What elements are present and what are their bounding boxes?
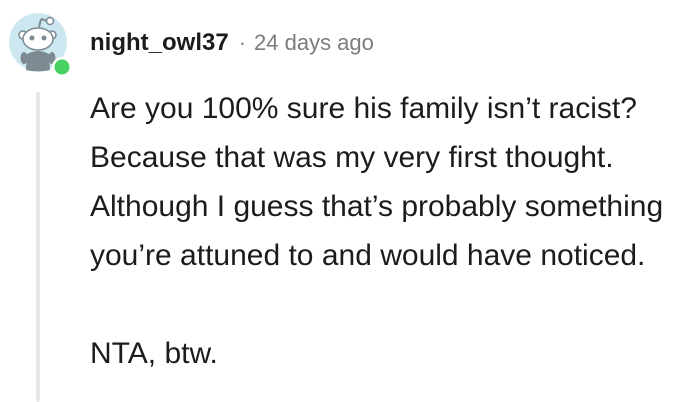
comment-author-link[interactable]: night_owl37 xyxy=(90,29,229,57)
comment-paragraph: NTA, btw. xyxy=(90,337,218,370)
comment-body: Are you 100% sure his family isn’t racis… xyxy=(90,84,690,378)
online-status-dot xyxy=(54,59,70,75)
user-avatar[interactable] xyxy=(8,12,76,80)
meta-separator: · xyxy=(238,30,247,55)
snoo-avatar-icon xyxy=(9,13,72,77)
comment-timestamp[interactable]: 24 days ago xyxy=(254,30,374,56)
comment-paragraph: Are you 100% sure his family isn’t racis… xyxy=(90,92,664,272)
comment: night_owl37 · 24 days ago Are you 100% s… xyxy=(0,0,700,402)
thread-collapse-line[interactable] xyxy=(36,92,40,402)
comment-meta: night_owl37 · 24 days ago xyxy=(90,24,374,62)
